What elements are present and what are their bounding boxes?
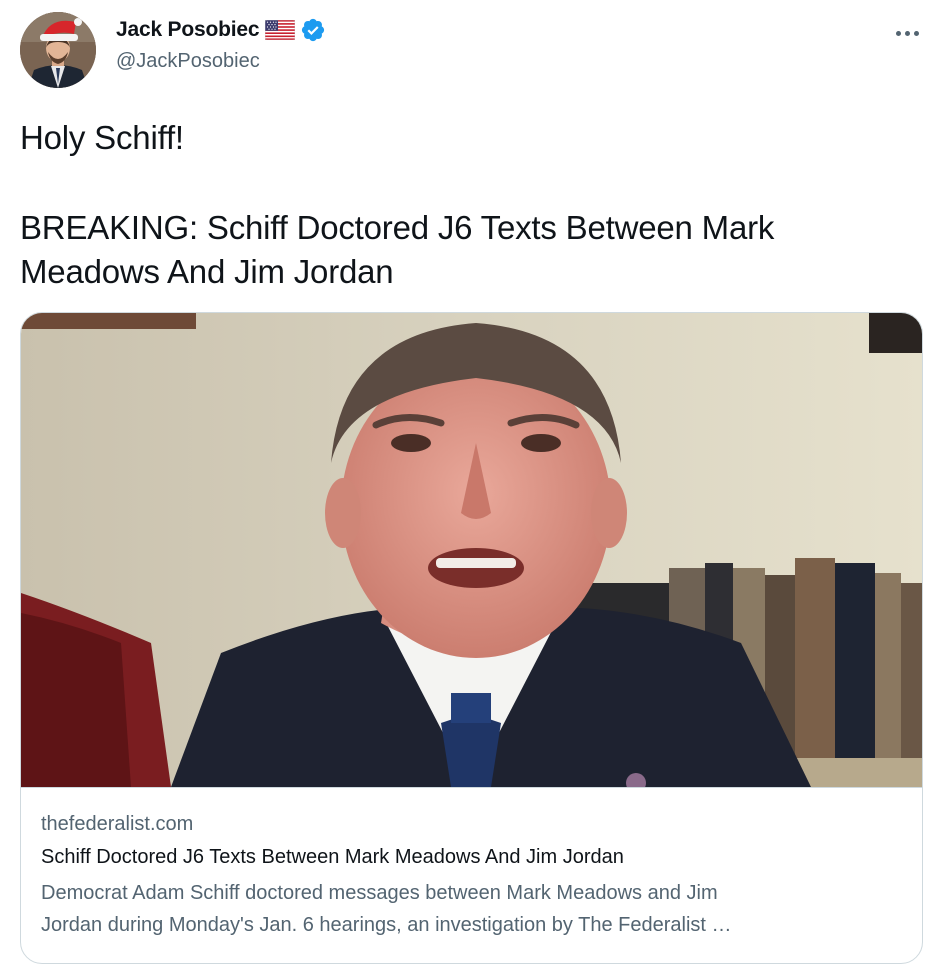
more-options-icon-dot <box>904 30 910 36</box>
card-description-line: Democrat Adam Schiff doctored messages b… <box>41 882 718 904</box>
verified-badge-icon[interactable] <box>300 17 326 43</box>
card-description: Democrat Adam Schiff doctored messages b… <box>41 877 901 941</box>
tweet[interactable]: Jack Posobiec @JackPosobiec Holy Schiff!… <box>0 0 942 976</box>
card-thumbnail-image <box>21 313 922 788</box>
avatar-image <box>20 12 96 88</box>
card-body: thefederalist.com Schiff Doctored J6 Tex… <box>41 809 901 941</box>
card-domain: thefederalist.com <box>41 813 194 835</box>
card-description-line: Jordan during Monday's Jan. 6 hearings, … <box>41 914 732 936</box>
author-name-row: Jack Posobiec <box>116 16 326 44</box>
card-photo <box>21 313 922 787</box>
more-options-button[interactable] <box>892 18 922 48</box>
us-flag-icon <box>265 19 296 41</box>
more-options-icon-dot <box>913 30 919 36</box>
link-preview-card[interactable]: thefederalist.com Schiff Doctored J6 Tex… <box>20 312 923 964</box>
card-title: Schiff Doctored J6 Texts Between Mark Me… <box>41 846 624 868</box>
author-avatar[interactable] <box>20 12 96 88</box>
author-handle[interactable]: @JackPosobiec <box>116 50 326 73</box>
tweet-text: Holy Schiff! BREAKING: Schiff Doctored J… <box>20 116 920 294</box>
tweet-text-line: Meadows And Jim Jordan <box>20 253 394 290</box>
more-options-icon-dot <box>895 30 901 36</box>
tweet-text-line: BREAKING: Schiff Doctored J6 Texts Betwe… <box>20 209 775 246</box>
tweet-text-line: Holy Schiff! <box>20 119 184 156</box>
author-block: Jack Posobiec @JackPosobiec <box>116 16 326 73</box>
author-display-name[interactable]: Jack Posobiec <box>116 18 260 42</box>
tweet-text-gap <box>20 160 920 206</box>
